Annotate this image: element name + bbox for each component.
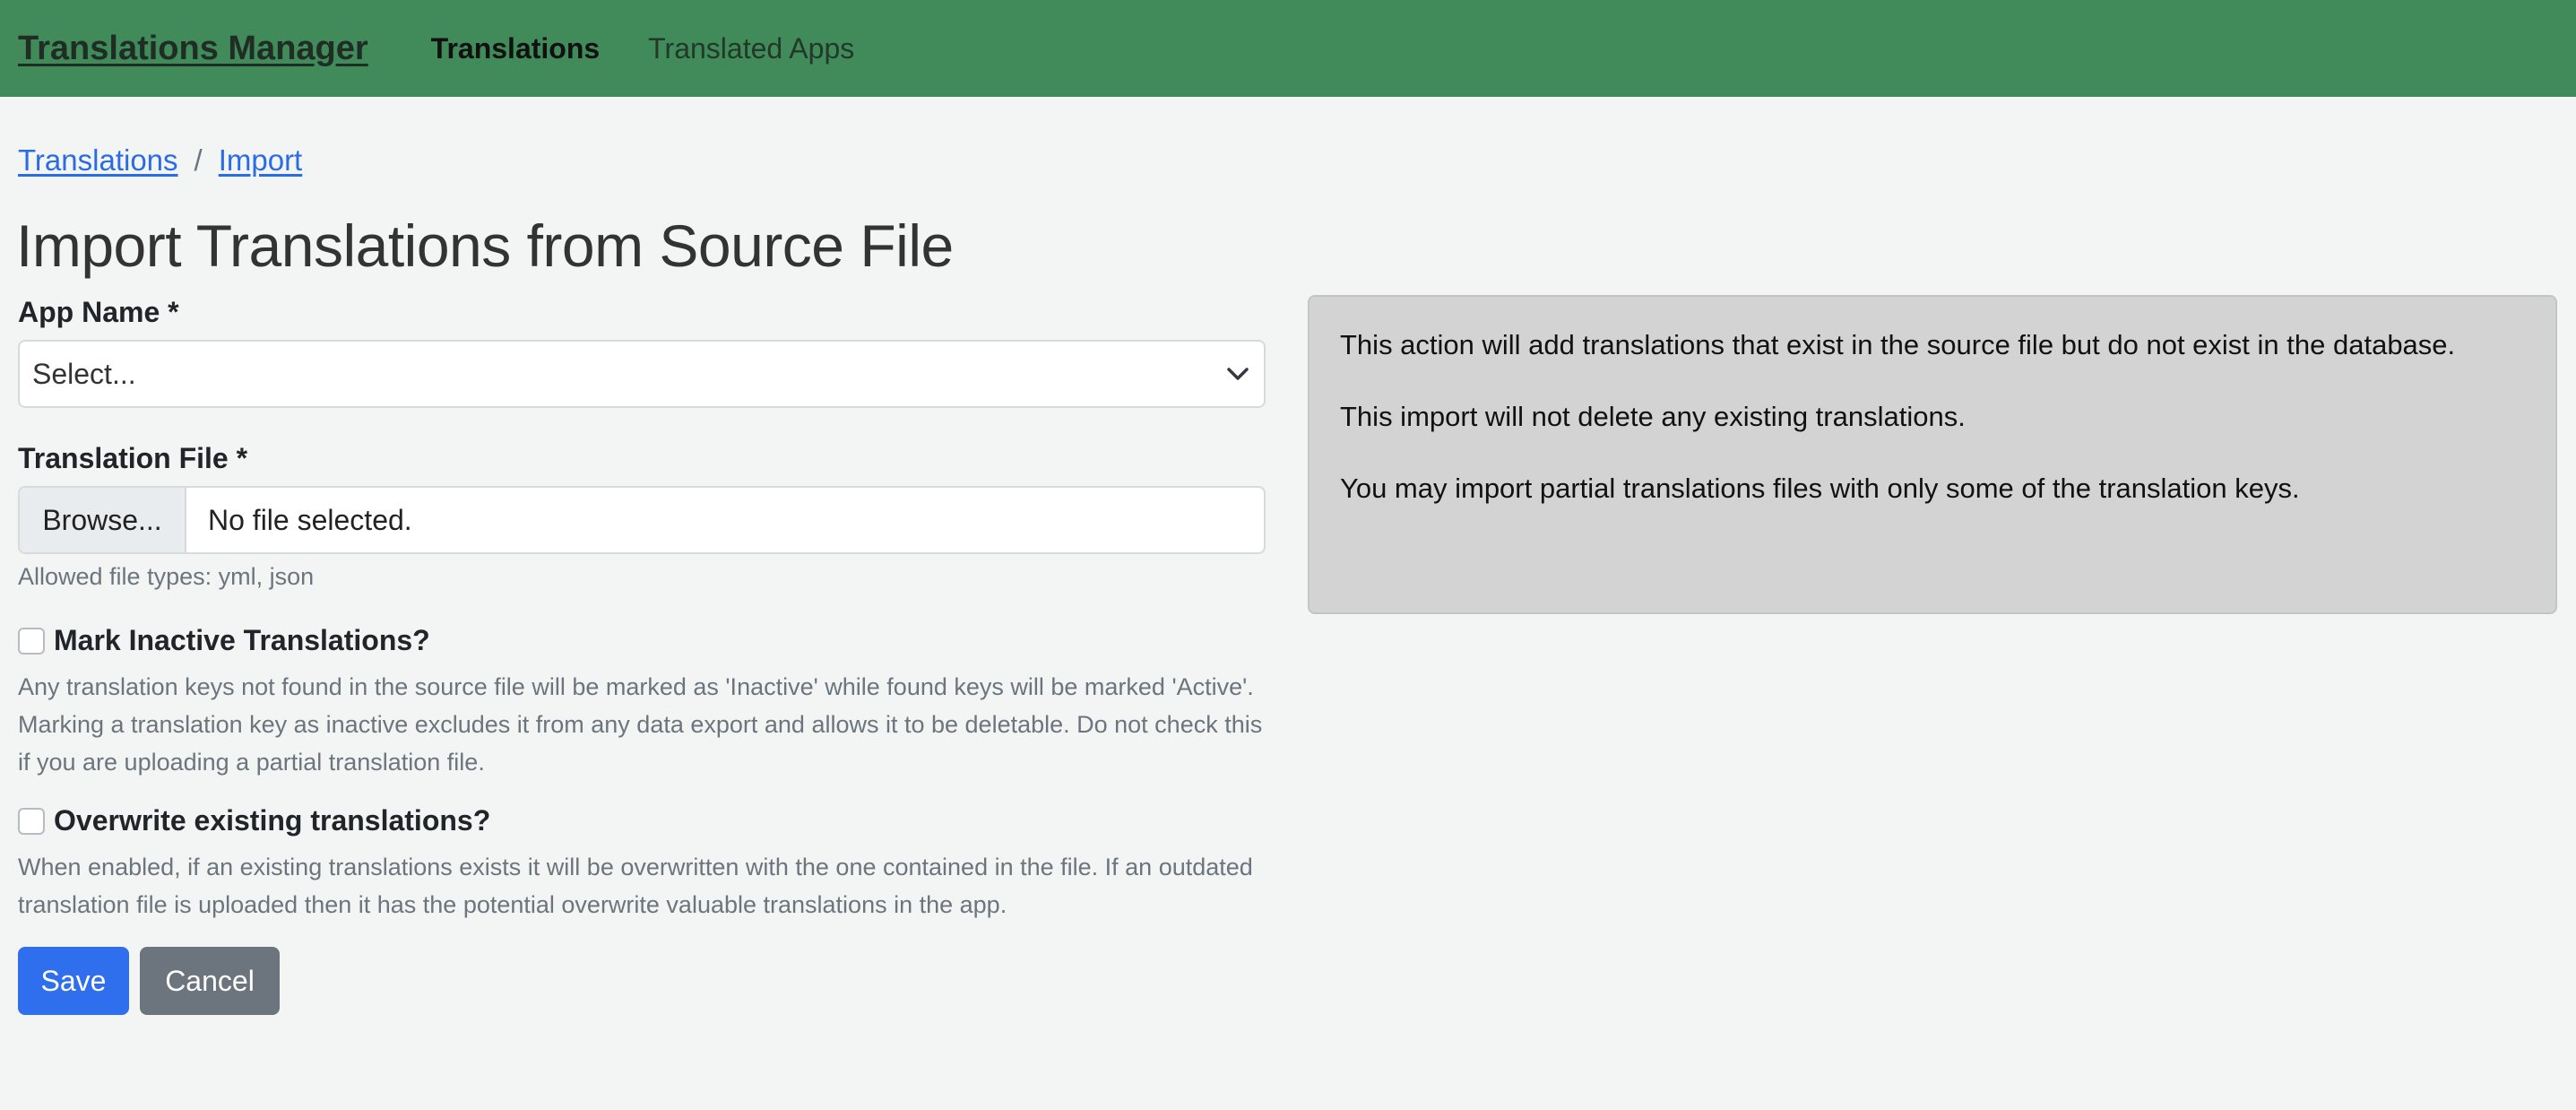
app-name-select[interactable]: Select... (18, 340, 1266, 408)
app-name-label: App Name * (18, 296, 179, 328)
app-name-selected-value: Select... (32, 357, 136, 390)
translation-file-label: Translation File * (18, 442, 248, 474)
info-paragraph: You may import partial translations file… (1340, 473, 2300, 504)
chevron-down-icon (1224, 360, 1251, 387)
breadcrumb-translations[interactable]: Translations (18, 143, 178, 178)
mark-inactive-row: Mark Inactive Translations? (18, 624, 1266, 657)
file-status-text: No file selected. (208, 503, 412, 536)
save-button[interactable]: Save (18, 947, 129, 1015)
form-actions: Save Cancel (18, 947, 1266, 1015)
overwrite-help: When enabled, if an existing translation… (18, 854, 1253, 918)
nav-link-translated-apps[interactable]: Translated Apps (648, 32, 854, 65)
browse-button[interactable]: Browse... (20, 488, 186, 552)
cancel-button[interactable]: Cancel (140, 947, 280, 1015)
info-paragraph: This action will add translations that e… (1340, 329, 2456, 360)
overwrite-label[interactable]: Overwrite existing translations? (54, 804, 490, 837)
mark-inactive-label[interactable]: Mark Inactive Translations? (54, 624, 430, 657)
overwrite-checkbox[interactable] (18, 807, 45, 835)
info-paragraph: This import will not delete any existing… (1340, 401, 1966, 432)
breadcrumb-import[interactable]: Import (219, 143, 303, 178)
import-form: App Name * Select... Translation File * … (18, 296, 1266, 1015)
top-navbar: Translations Manager Translations Transl… (0, 0, 2576, 97)
mark-inactive-checkbox[interactable] (18, 627, 45, 655)
brand-link[interactable]: Translations Manager (18, 30, 368, 68)
translation-file-input[interactable]: Browse... No file selected. (18, 486, 1266, 554)
mark-inactive-help: Any translation keys not found in the so… (18, 673, 1263, 776)
nav-link-translations[interactable]: Translations (431, 32, 601, 65)
breadcrumb-separator: / (194, 143, 203, 177)
page-title: Import Translations from Source File (16, 212, 954, 279)
import-info-box: This action will add translations that e… (1308, 295, 2557, 614)
file-types-help: Allowed file types: yml, json (18, 563, 315, 590)
overwrite-row: Overwrite existing translations? (18, 804, 1266, 837)
breadcrumb: Translations / Import (18, 143, 302, 178)
